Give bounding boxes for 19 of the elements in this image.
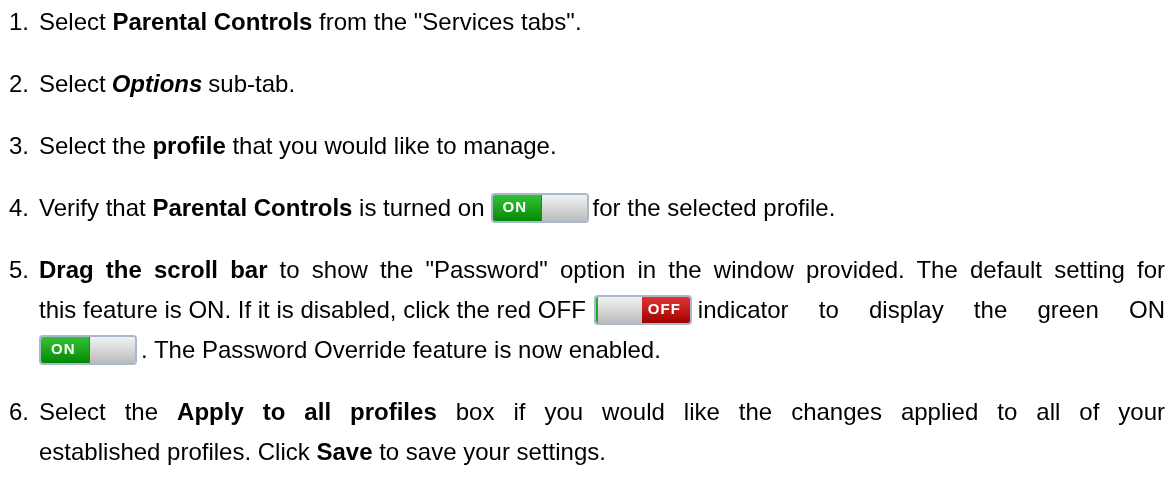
step-text: Select the profile that you would like to manage. [39, 131, 557, 161]
step-text: Options [111, 69, 203, 99]
step-text: Select Parental Controls from the "Services tabs". [39, 7, 582, 37]
step-number: 1. [9, 7, 30, 37]
step-text: Select the Apply to all profiles box if you would like the changes applied to all of your [39, 397, 1165, 427]
step-text: indicator to display the green ON [697, 295, 1165, 325]
step-text: established profiles. Click Save to save your settings. [39, 437, 606, 467]
step-number: 2. [9, 69, 30, 99]
step-number: 3. [9, 131, 30, 161]
step-number: 6. [9, 397, 30, 427]
step-text: Verify that Parental Controls is turned on [39, 193, 485, 223]
step-number: 4. [9, 193, 30, 223]
step-text: for the selected profile. [592, 193, 836, 223]
step-text: sub-tab. [208, 69, 296, 99]
step-text: . The Password Override feature is now enabled. [141, 335, 661, 365]
step-number: 5. [9, 255, 30, 285]
step-text: this feature is ON. If it is disabled, click the red OFF [39, 295, 586, 325]
step-text: Select [39, 69, 106, 99]
step-text: Drag the scroll bar to show the "Password" option in the window provided. The default setting for [39, 255, 1165, 285]
